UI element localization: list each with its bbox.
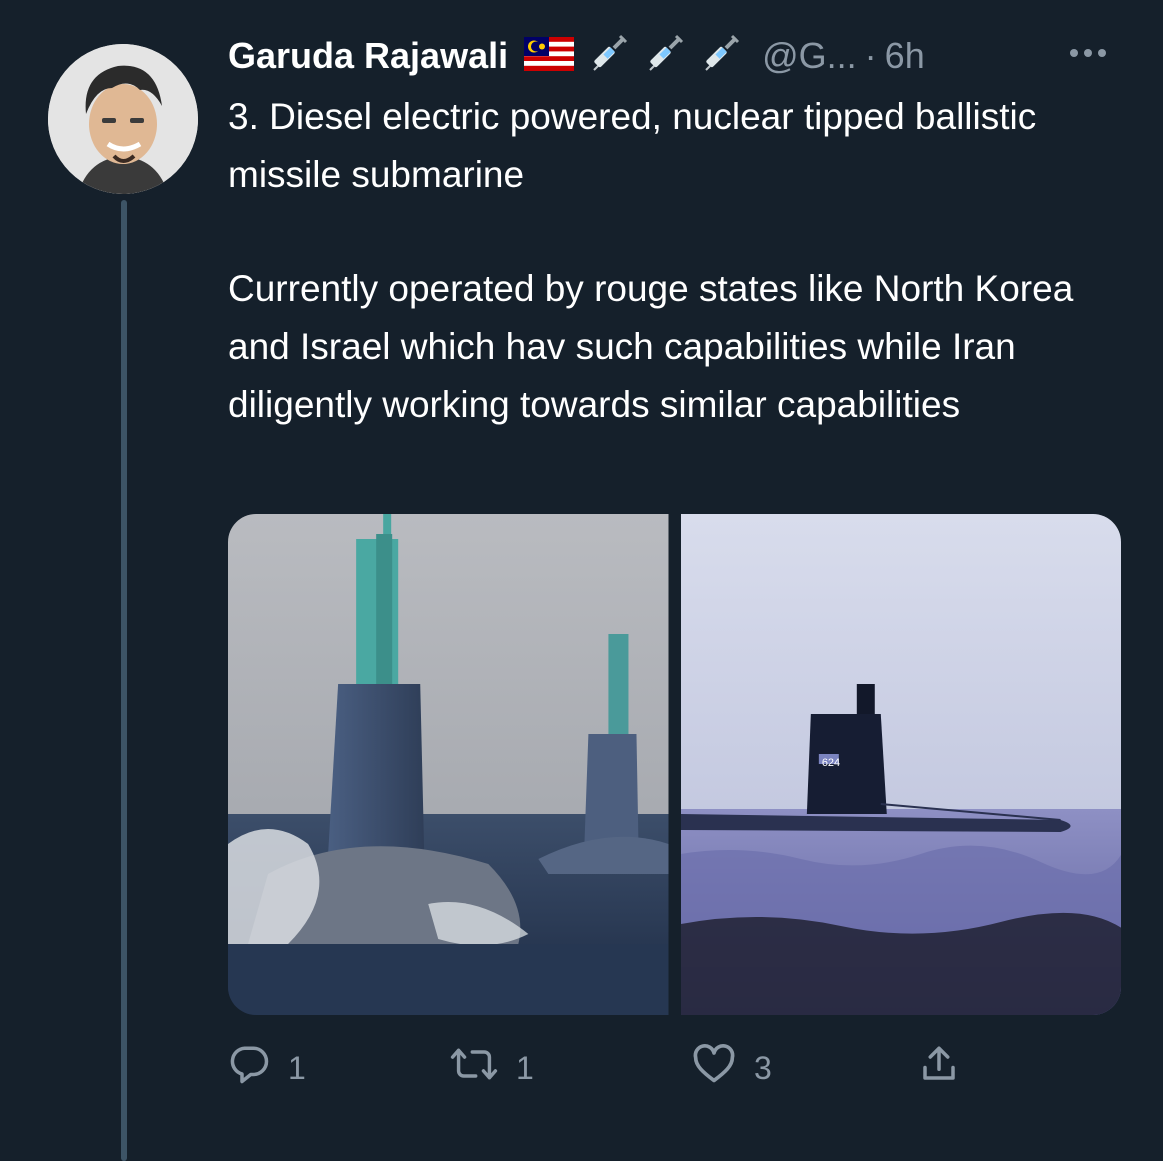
tweet-paragraph-2: Currently operated by rouge states like … [228, 268, 1074, 425]
flag-icon [524, 36, 575, 76]
author-name[interactable]: Garuda Rajawali [228, 35, 508, 77]
like-icon [692, 1043, 736, 1093]
syringe-icon [586, 32, 630, 81]
syringe-icon [698, 32, 742, 81]
media-image-1[interactable] [228, 514, 669, 1015]
tweet-paragraph-1: 3. Diesel electric powered, nuclear tipp… [228, 96, 1037, 195]
avatar[interactable] [48, 44, 198, 194]
syringe-icon [642, 32, 686, 81]
tweet-header: Garuda Rajawali @G... · 6h [228, 28, 925, 84]
separator-dot: · [864, 35, 877, 76]
retweet-icon [450, 1043, 498, 1093]
media-grid: 624 [228, 514, 1121, 1015]
media-image-2[interactable]: 624 [680, 514, 1121, 1015]
share-button[interactable] [918, 1040, 960, 1096]
hull-number: 624 [821, 757, 839, 769]
thread-line [121, 200, 127, 1161]
more-options-icon[interactable] [1070, 38, 1106, 68]
reply-count: 1 [288, 1049, 306, 1086]
like-count: 3 [754, 1049, 772, 1086]
timestamp[interactable]: 6h [885, 35, 925, 77]
tweet-text: 3. Diesel electric powered, nuclear tipp… [228, 88, 1128, 434]
author-handle[interactable]: @G... [762, 35, 857, 77]
like-button[interactable]: 3 [692, 1040, 772, 1096]
retweet-count: 1 [516, 1049, 534, 1086]
retweet-button[interactable]: 1 [450, 1040, 534, 1096]
reply-icon [228, 1043, 270, 1093]
reply-button[interactable]: 1 [228, 1040, 306, 1096]
share-icon [918, 1043, 960, 1093]
tweet-actions: 1 1 3 [228, 1040, 988, 1096]
